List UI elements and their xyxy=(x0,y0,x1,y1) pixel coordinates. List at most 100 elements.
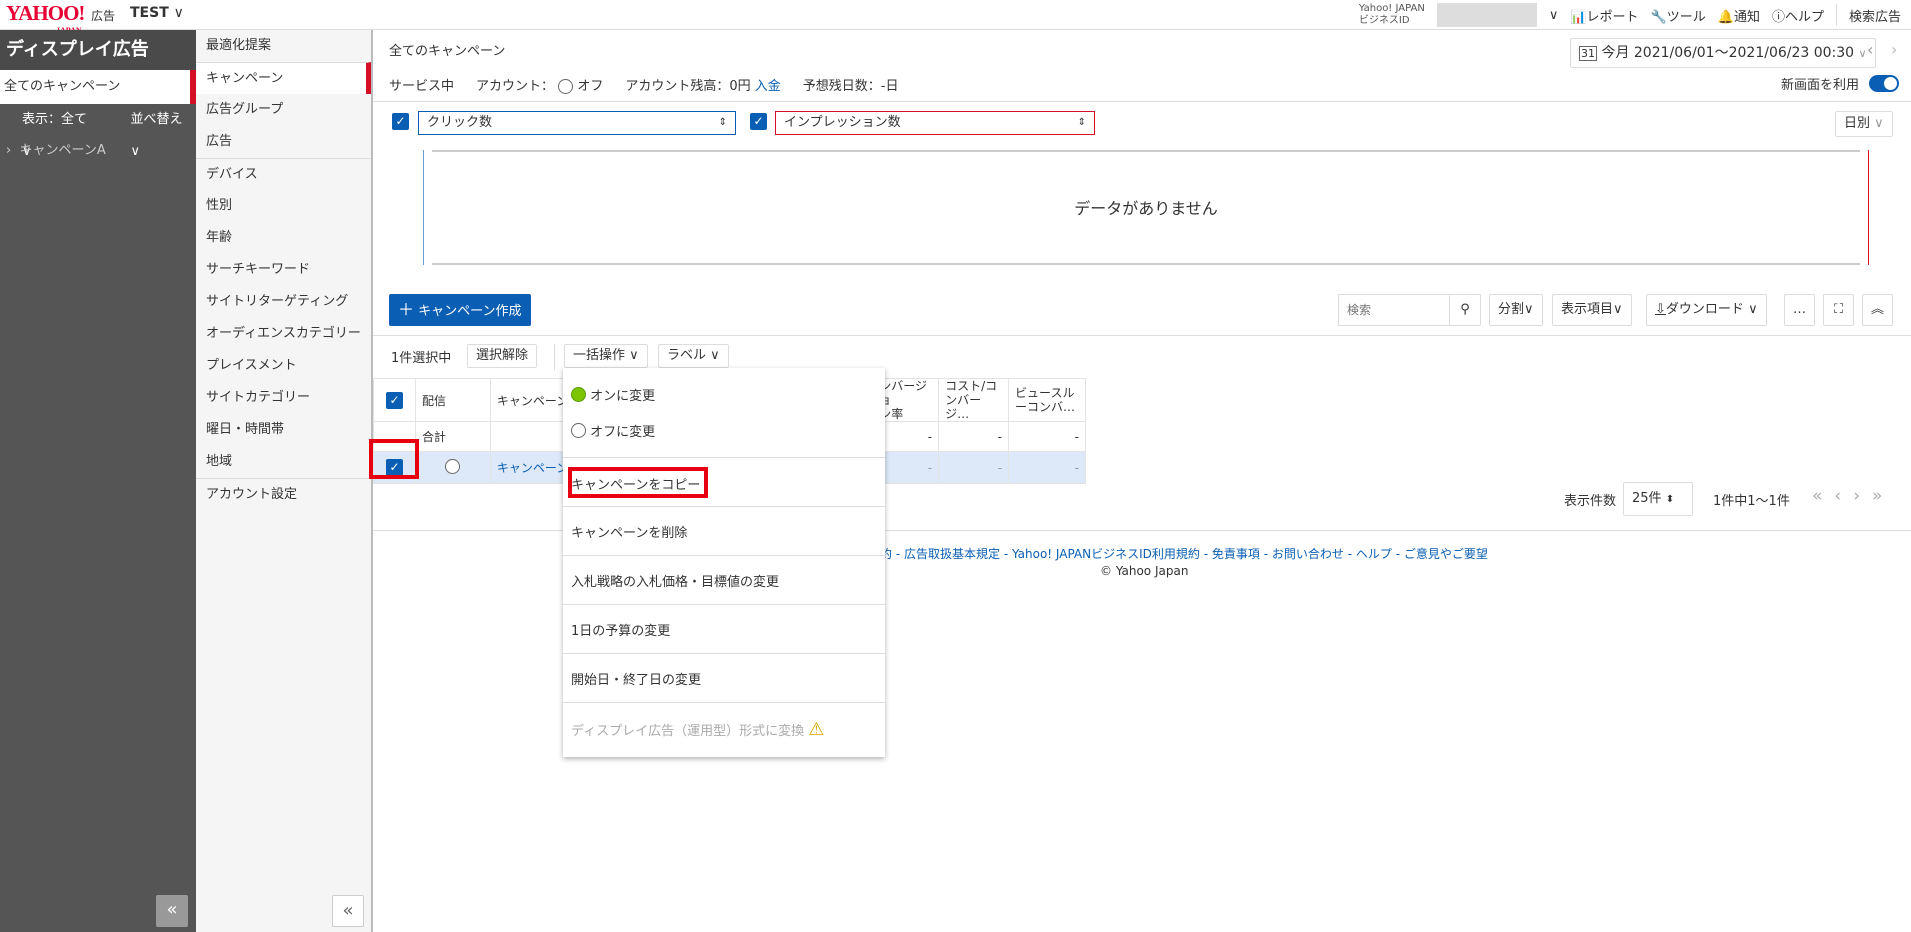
nav-item[interactable]: 広告グループ xyxy=(196,94,371,126)
yahoo-logo[interactable]: YAHOO!JAPAN xyxy=(6,3,85,36)
bell-icon: 🔔 xyxy=(1717,9,1734,25)
divider xyxy=(563,457,885,458)
sidebar-item-all-campaigns[interactable]: 全てのキャンペーン xyxy=(0,70,196,104)
chevron-right-icon: › xyxy=(1891,40,1898,59)
nav-item[interactable]: サイトリターゲティング xyxy=(196,286,371,318)
nav-item[interactable]: 性別 xyxy=(196,190,371,222)
nav-item[interactable]: デバイス xyxy=(196,158,371,190)
prev-period-button[interactable]: ‹ xyxy=(1867,40,1873,59)
search-button[interactable]: ⚲ xyxy=(1449,294,1481,326)
menu-item-budget-change[interactable]: 1日の予算の変更 xyxy=(571,620,670,639)
cell-value: - xyxy=(938,451,1010,484)
split-dropdown[interactable]: 分割∨ xyxy=(1489,294,1543,326)
report-link[interactable]: 📊レポート xyxy=(1570,6,1638,25)
collapse-chart-button[interactable]: ︽ xyxy=(1862,294,1893,326)
more-button[interactable]: … xyxy=(1784,294,1815,326)
account-status: アカウント： オフ xyxy=(476,75,603,94)
updown-icon: ⬍ xyxy=(1665,494,1675,505)
last-page-icon[interactable]: » xyxy=(1872,486,1882,506)
filter-dropdown[interactable]: 表示：全て ∨ xyxy=(22,104,100,159)
date-range-picker[interactable]: 31 今月 2021/06/01～2021/06/23 00:30 ∨ xyxy=(1570,38,1876,68)
radio-off-icon[interactable] xyxy=(558,79,574,94)
clear-selection-button[interactable]: 選択解除 xyxy=(467,344,538,368)
double-chevron-left-icon: « xyxy=(342,900,354,921)
collapse-sidebar-button[interactable]: « xyxy=(156,895,188,927)
columns-dropdown[interactable]: 表示項目∨ xyxy=(1552,294,1632,326)
delivery-toggle-radio[interactable] xyxy=(445,458,461,474)
metric1-select[interactable]: クリック数 ⇕ xyxy=(418,111,736,135)
nav-item[interactable]: サーチキーワード xyxy=(196,254,371,286)
header-text: ンバージ… xyxy=(945,393,982,421)
footer-link[interactable]: 免責事項 xyxy=(1212,547,1260,561)
search-ads-link[interactable]: 検索広告 xyxy=(1849,6,1901,25)
prev-page-icon[interactable]: ‹ xyxy=(1834,486,1841,506)
sidebar-controls: 表示：全て ∨ 並べ替え ∨ xyxy=(0,104,196,159)
metric1-checkbox[interactable]: ✓ xyxy=(392,113,409,130)
help-link[interactable]: ⓘヘルプ xyxy=(1772,6,1824,25)
next-page-icon[interactable]: › xyxy=(1853,486,1860,506)
nav-item[interactable]: プレイスメント xyxy=(196,350,371,382)
footer-link[interactable]: ヘルプ xyxy=(1356,547,1392,561)
sidebar-campaign-item[interactable]: › キャンペーンA xyxy=(0,136,196,166)
metric2-select[interactable]: インプレッション数 ⇕ xyxy=(775,111,1095,135)
footer-link[interactable]: ご意見やご要望 xyxy=(1404,547,1488,561)
per-page-select[interactable]: 25件 ⬍ xyxy=(1623,482,1693,516)
nav-item-campaign[interactable]: キャンペーン xyxy=(196,62,371,94)
chevron-down-icon[interactable]: ∨ xyxy=(1549,8,1559,23)
nav-item[interactable]: アカウント設定 xyxy=(196,478,371,510)
account-switcher[interactable]: TEST ∨ xyxy=(130,5,184,21)
download-icon: ⇩ xyxy=(1655,302,1666,317)
new-ui-toggle[interactable] xyxy=(1869,75,1899,92)
sort-dropdown[interactable]: 並べ替え ∨ xyxy=(130,104,196,159)
create-campaign-button[interactable]: ＋ キャンペーン作成 xyxy=(389,294,531,326)
menu-item-date-change[interactable]: 開始日・終了日の変更 xyxy=(571,669,701,688)
chevron-down-icon: ∨ xyxy=(1874,116,1884,131)
nav-item[interactable]: サイトカテゴリー xyxy=(196,382,371,414)
first-page-icon[interactable]: « xyxy=(1812,486,1822,506)
chevron-down-icon: ∨ xyxy=(629,348,639,363)
granularity-select[interactable]: 日別 ∨ xyxy=(1835,111,1893,137)
chevron-down-icon: ∨ xyxy=(710,348,720,363)
header-cost-per-cv[interactable]: コスト/コ ンバージ… xyxy=(938,378,1010,422)
account-status-value: オフ xyxy=(577,79,604,94)
header-view-through-cv[interactable]: ビュースル ーコンバ… xyxy=(1008,378,1086,422)
menu-item-delete-campaign[interactable]: キャンペーンを削除 xyxy=(571,522,687,541)
nav-item[interactable]: オーディエンスカテゴリー xyxy=(196,318,371,350)
next-period-button[interactable]: › xyxy=(1891,40,1897,59)
collapse-nav-button[interactable]: « xyxy=(332,895,364,927)
bizid-line1: Yahoo! JAPAN xyxy=(1358,3,1425,14)
menu-item-turn-off[interactable]: オフに変更 xyxy=(571,421,655,440)
footer-links: 約 - 広告取扱基本規定 - Yahoo! JAPANビジネスID利用規約 - … xyxy=(880,547,1488,561)
deposit-link[interactable]: 入金 xyxy=(755,79,781,94)
menu-item-convert-format[interactable]: ディスプレイ広告（運用型）形式に変換 ⚠ xyxy=(571,719,824,740)
footer-link[interactable]: Yahoo! JAPANビジネスID利用規約 xyxy=(1012,547,1200,561)
top-links: Yahoo! JAPAN ビジネスID ∨ 📊レポート 🔧ツール 🔔通知 ⓘヘルプ… xyxy=(1359,0,1911,30)
nav-item[interactable]: 曜日・時間帯 xyxy=(196,414,371,446)
account-status-label: アカウント： xyxy=(476,79,555,94)
footer-link[interactable]: お問い合わせ xyxy=(1272,547,1344,561)
header-text: ンバージョ xyxy=(879,379,927,407)
fullscreen-button[interactable]: ⛶ xyxy=(1823,294,1854,326)
chevron-down-icon: ∨ xyxy=(173,5,184,21)
chevron-down-icon: ∨ xyxy=(130,144,140,159)
download-dropdown[interactable]: ⇩ダウンロード ∨ xyxy=(1646,294,1767,326)
select-all-checkbox[interactable]: ✓ xyxy=(385,391,403,409)
nav-item[interactable]: 年齢 xyxy=(196,222,371,254)
bulk-action-dropdown[interactable]: 一括操作 ∨ xyxy=(564,344,648,368)
tools-link[interactable]: 🔧ツール xyxy=(1651,6,1706,25)
label-dropdown[interactable]: ラベル ∨ xyxy=(658,344,729,368)
menu-item-bid-change[interactable]: 入札戦略の入札価格・目標値の変更 xyxy=(571,571,779,590)
total-value: - xyxy=(1008,421,1086,452)
empty-chart-message: データがありません xyxy=(1074,199,1218,218)
nav-item[interactable]: 広告 xyxy=(196,126,371,158)
header-delivery[interactable]: 配信 xyxy=(414,378,491,422)
nav-item[interactable]: 地域 xyxy=(196,446,371,478)
footer-link[interactable]: 広告取扱基本規定 xyxy=(904,547,1000,561)
metric2-checkbox[interactable]: ✓ xyxy=(750,113,767,130)
calendar-icon: 31 xyxy=(1579,46,1597,61)
nav-item[interactable]: 最適化提案 xyxy=(196,30,371,62)
notice-link[interactable]: 🔔通知 xyxy=(1718,6,1760,25)
bizid-line2: ビジネスID xyxy=(1358,15,1410,26)
menu-item-turn-on[interactable]: オンに変更 xyxy=(571,385,655,404)
search-input[interactable] xyxy=(1338,294,1450,326)
